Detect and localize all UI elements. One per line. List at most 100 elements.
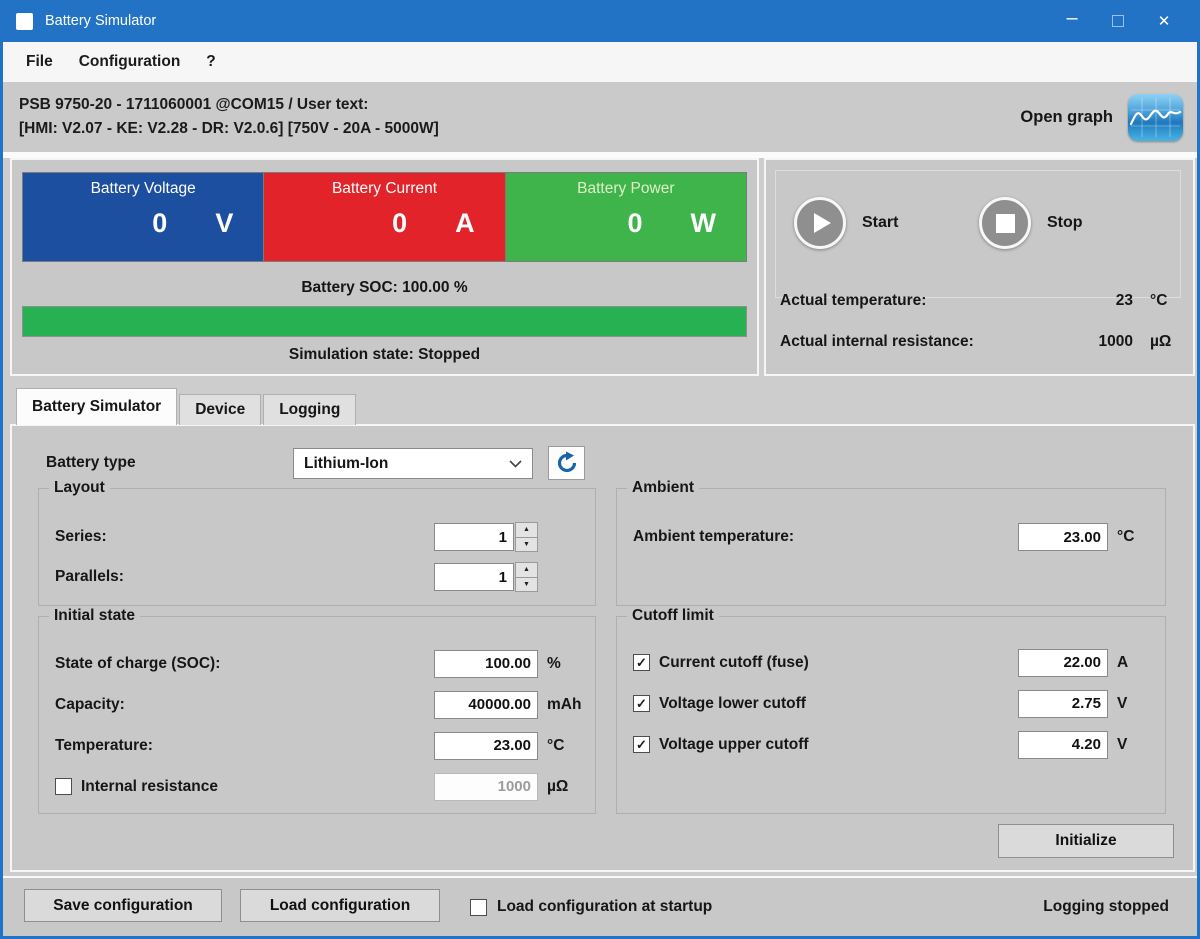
current-cutoff-label[interactable]: Current cutoff (fuse) [659, 654, 1018, 672]
series-spin-up-icon[interactable]: ▲ [515, 522, 538, 537]
actual-temperature-value: 23 [1115, 292, 1133, 309]
minimize-icon: – [1066, 6, 1078, 29]
capacity-unit: mAh [547, 695, 582, 713]
internal-resistance-input [434, 772, 538, 801]
ambient-temperature-input[interactable] [1018, 523, 1108, 551]
current-cutoff-row: ✓ Current cutoff (fuse) A [617, 642, 1165, 683]
voltage-upper-cutoff-input[interactable] [1018, 730, 1108, 759]
voltage-upper-cutoff-label[interactable]: Voltage upper cutoff [659, 736, 1018, 754]
menu-help[interactable]: ? [193, 53, 228, 71]
refresh-battery-type-button[interactable] [548, 446, 585, 480]
soc-unit: % [547, 654, 561, 672]
voltage-lower-cutoff-row: ✓ Voltage lower cutoff V [617, 683, 1165, 724]
voltage-upper-cutoff-unit: V [1117, 735, 1128, 753]
ambient-group-title: Ambient [627, 479, 699, 497]
battery-current-label: Battery Current [331, 180, 438, 197]
close-button[interactable]: ✕ [1141, 0, 1187, 42]
maximize-icon [1112, 15, 1124, 27]
internal-resistance-unit: µΩ [547, 777, 569, 795]
battery-power-tile: Battery Power 0 W [505, 172, 747, 262]
layout-group-title: Layout [49, 479, 110, 497]
footer-bar: Save configuration Load configuration Lo… [3, 876, 1197, 936]
voltage-upper-cutoff-checkbox[interactable]: ✓ [633, 736, 650, 753]
voltage-lower-cutoff-checkbox[interactable]: ✓ [633, 695, 650, 712]
battery-power-value: 0 [627, 208, 643, 238]
measurement-tiles: Battery Voltage 0 V Battery Current 0 A … [22, 172, 747, 262]
tab-logging[interactable]: Logging [263, 394, 357, 425]
series-spinner: ▲ ▼ [515, 522, 538, 552]
stop-label: Stop [1047, 214, 1083, 231]
voltage-lower-cutoff-input[interactable] [1018, 689, 1108, 718]
start-button[interactable]: Start [794, 197, 898, 249]
graph-icon [1128, 93, 1183, 141]
battery-type-dropdown[interactable]: Lithium-Ion [293, 448, 533, 479]
menubar: File Configuration ? [3, 42, 1197, 82]
current-cutoff-checkbox[interactable]: ✓ [633, 654, 650, 671]
checkmark-icon: ✓ [636, 737, 647, 752]
chevron-down-icon [509, 459, 522, 468]
series-row: Series: ▲ ▼ [39, 517, 595, 557]
battery-power-unit: W [690, 208, 716, 238]
open-graph-button[interactable]: Open graph [1020, 92, 1183, 142]
parallels-spinner: ▲ ▼ [515, 562, 538, 592]
initialize-button[interactable]: Initialize [998, 824, 1174, 858]
parallels-spin-up-icon[interactable]: ▲ [515, 562, 538, 577]
voltage-lower-cutoff-label[interactable]: Voltage lower cutoff [659, 695, 1018, 713]
temperature-input[interactable] [434, 731, 538, 760]
battery-power-label: Battery Power [577, 180, 675, 197]
checkmark-icon: ✓ [636, 655, 647, 670]
temperature-row: Temperature: °C [39, 725, 595, 766]
save-configuration-button[interactable]: Save configuration [24, 889, 222, 922]
internal-resistance-row: Internal resistance µΩ [39, 766, 595, 807]
actual-resistance-value: 1000 [1098, 333, 1133, 350]
stop-button[interactable]: Stop [979, 197, 1083, 249]
menu-file[interactable]: File [13, 53, 66, 71]
temperature-unit: °C [547, 736, 565, 754]
load-at-startup-label[interactable]: Load configuration at startup [497, 898, 712, 916]
capacity-row: Capacity: mAh [39, 684, 595, 725]
actual-resistance-label: Actual internal resistance: [780, 333, 974, 350]
capacity-label: Capacity: [55, 695, 125, 713]
initial-state-group: Initial state State of charge (SOC): % C… [38, 607, 596, 814]
soc-input[interactable] [434, 649, 538, 678]
current-cutoff-unit: A [1117, 653, 1129, 671]
open-graph-label: Open graph [1020, 107, 1113, 126]
device-infobar: PSB 9750-20 - 1711060001 @COM15 / User t… [3, 82, 1197, 152]
capacity-input[interactable] [434, 690, 538, 719]
parallels-label: Parallels: [55, 568, 124, 585]
actual-resistance-unit: µΩ [1150, 333, 1172, 350]
parallels-spin-down-icon[interactable]: ▼ [515, 576, 538, 592]
parallels-input[interactable] [434, 563, 514, 591]
ambient-temperature-label: Ambient temperature: [633, 528, 795, 545]
actual-temperature-label: Actual temperature: [780, 292, 927, 309]
maximize-button[interactable] [1095, 0, 1141, 42]
current-cutoff-input[interactable] [1018, 648, 1108, 677]
load-at-startup-checkbox[interactable] [470, 898, 487, 916]
internal-resistance-checkbox[interactable] [55, 778, 72, 795]
control-panel: Start Stop Actual temperature: 23 °C Act… [764, 158, 1195, 376]
refresh-icon [557, 451, 576, 473]
soc-label: State of charge (SOC): [55, 654, 221, 672]
actual-temperature-unit: °C [1150, 292, 1168, 309]
minimize-button[interactable]: – [1049, 0, 1095, 42]
series-input[interactable] [434, 523, 514, 551]
start-stop-box: Start Stop [775, 170, 1181, 298]
actual-resistance-readout: Actual internal resistance: 1000 µΩ [775, 331, 1184, 353]
simulation-state-label: Simulation state: Stopped [288, 346, 481, 363]
cutoff-limit-group-title: Cutoff limit [627, 607, 719, 625]
tab-battery-simulator[interactable]: Battery Simulator [16, 388, 178, 425]
series-spin-down-icon[interactable]: ▼ [515, 536, 538, 552]
ambient-temperature-unit: °C [1117, 528, 1135, 545]
menu-configuration[interactable]: Configuration [66, 53, 194, 71]
battery-type-value: Lithium-Ion [304, 454, 389, 472]
temperature-label: Temperature: [55, 736, 153, 754]
internal-resistance-label[interactable]: Internal resistance [81, 778, 434, 796]
app-window: Battery Simulator – ✕ File Configuration… [0, 0, 1200, 939]
battery-voltage-unit: V [215, 208, 234, 238]
load-configuration-button[interactable]: Load configuration [240, 889, 440, 922]
soc-progress-fill [23, 307, 746, 336]
voltage-upper-cutoff-row: ✓ Voltage upper cutoff V [617, 724, 1165, 765]
tab-device[interactable]: Device [179, 394, 262, 425]
play-icon [794, 197, 846, 249]
battery-simulator-tab-panel: Battery type Lithium-Ion Layout Series: … [10, 424, 1195, 872]
